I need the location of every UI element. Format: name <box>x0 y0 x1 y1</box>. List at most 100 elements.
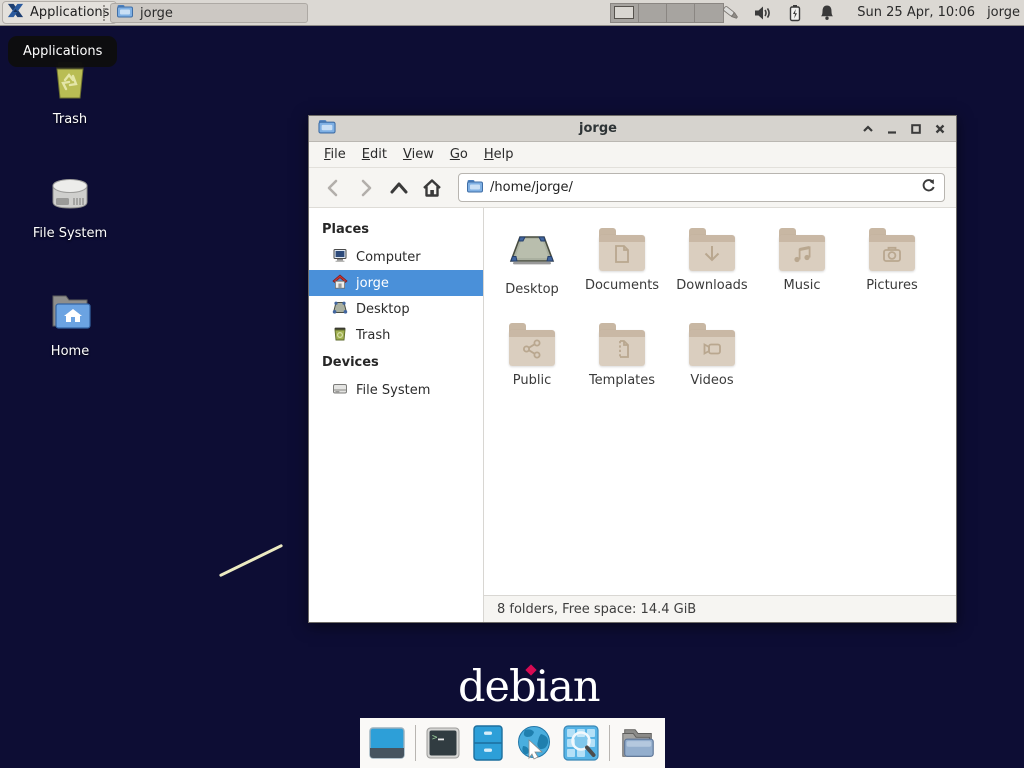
workspace-1[interactable] <box>611 4 639 22</box>
applications-tooltip: Applications <box>8 36 117 67</box>
path-bar <box>458 173 945 202</box>
file-label: Templates <box>589 373 655 388</box>
file-label: Downloads <box>676 278 747 293</box>
desktop-icon-label: File System <box>33 226 107 241</box>
hard-drive-icon <box>332 381 348 400</box>
file-label: Pictures <box>866 278 917 293</box>
app-finder-icon[interactable] <box>562 724 600 762</box>
menu-help[interactable]: Help <box>476 143 522 166</box>
panel-handle[interactable] <box>103 5 106 21</box>
xfce-applications-icon <box>6 1 25 24</box>
window-title: jorge <box>336 121 860 136</box>
top-panel: Applications jorge <box>0 0 1024 26</box>
menu-go[interactable]: Go <box>442 143 476 166</box>
path-folder-icon <box>467 178 483 197</box>
taskbar-window-title: jorge <box>140 6 173 21</box>
sidebar: Places Computer <box>309 208 484 622</box>
file-item-public[interactable]: Public <box>487 320 577 415</box>
workspace-2[interactable] <box>639 4 667 22</box>
folder-music-icon <box>779 235 825 271</box>
file-label: Documents <box>585 278 659 293</box>
back-button[interactable] <box>320 175 346 201</box>
status-bar: 8 folders, Free space: 14.4 GiB <box>484 595 956 622</box>
sidebar-item-label: Desktop <box>356 302 410 317</box>
panel-username: jorge <box>987 5 1020 20</box>
trash-icon <box>332 326 348 345</box>
web-browser-icon[interactable] <box>515 724 553 762</box>
window-folder-icon <box>318 119 336 138</box>
hard-drive-icon <box>47 174 93 220</box>
path-input[interactable] <box>490 180 914 195</box>
minimize-button[interactable] <box>884 121 899 136</box>
folder-templates-icon <box>599 330 645 366</box>
sidebar-item-file-system[interactable]: File System <box>309 377 483 403</box>
up-button[interactable] <box>386 175 412 201</box>
file-manager-icon[interactable] <box>470 724 506 762</box>
debian-wordmark: debian <box>458 662 600 712</box>
user-home-icon <box>332 274 348 293</box>
file-item-music[interactable]: Music <box>757 225 847 320</box>
computer-icon <box>332 248 348 267</box>
panel-clock[interactable]: Sun 25 Apr, 10:06 <box>857 5 975 20</box>
menu-edit[interactable]: Edit <box>354 143 395 166</box>
desktop-icon-label: Home <box>51 344 89 359</box>
forward-button[interactable] <box>353 175 379 201</box>
applications-menu-button[interactable]: Applications <box>2 1 117 24</box>
window-folder-icon <box>117 4 133 22</box>
shade-button[interactable] <box>860 121 875 136</box>
workspace-3[interactable] <box>667 4 695 22</box>
file-manager-window: jorge File Edit View Go Help <box>308 115 957 623</box>
file-item-desktop[interactable]: Desktop <box>487 225 577 320</box>
file-view: Desktop Documents <box>484 208 956 622</box>
desktop-icon-home[interactable]: Home <box>22 290 118 359</box>
sidebar-item-desktop[interactable]: Desktop <box>309 296 483 322</box>
file-item-documents[interactable]: Documents <box>577 225 667 320</box>
sidebar-item-trash[interactable]: Trash <box>309 322 483 348</box>
close-button[interactable] <box>932 121 947 136</box>
dock-separator <box>415 725 416 761</box>
sidebar-header-devices: Devices <box>309 348 483 377</box>
status-text: 8 folders, Free space: 14.4 GiB <box>497 602 696 617</box>
file-item-downloads[interactable]: Downloads <box>667 225 757 320</box>
home-folder-icon <box>47 290 93 338</box>
volume-icon[interactable] <box>753 3 773 23</box>
sidebar-item-computer[interactable]: Computer <box>309 244 483 270</box>
file-item-templates[interactable]: Templates <box>577 320 667 415</box>
folder-videos-icon <box>689 330 735 366</box>
file-item-videos[interactable]: Videos <box>667 320 757 415</box>
svg-text:>: > <box>432 733 438 743</box>
sidebar-item-label: jorge <box>356 276 389 291</box>
show-desktop-icon[interactable] <box>368 724 406 762</box>
desktop: Applications jorge <box>0 0 1024 768</box>
sidebar-item-jorge[interactable]: jorge <box>309 270 483 296</box>
panel-right-cluster: Sun 25 Apr, 10:06 jorge <box>721 0 1020 25</box>
reload-icon[interactable] <box>921 178 936 197</box>
file-label: Music <box>784 278 821 293</box>
terminal-icon[interactable]: > <box>425 724 461 762</box>
file-label: Desktop <box>505 282 559 297</box>
home-button[interactable] <box>419 175 445 201</box>
recent-folder-icon[interactable] <box>619 724 657 762</box>
desktop-surface-icon <box>507 229 557 275</box>
sidebar-item-label: Computer <box>356 250 421 265</box>
stray-line-artifact <box>219 544 283 577</box>
battery-charging-icon[interactable] <box>785 3 805 23</box>
menu-file[interactable]: File <box>316 143 354 166</box>
menubar: File Edit View Go Help <box>309 142 956 168</box>
bottom-dock: > <box>360 718 665 768</box>
dock-separator <box>609 725 610 761</box>
window-controls <box>860 121 947 136</box>
workspace-4[interactable] <box>695 4 723 22</box>
taskbar-window-button[interactable]: jorge <box>110 3 308 23</box>
applications-menu-label: Applications <box>30 5 109 20</box>
desktop-icon-label: Trash <box>53 112 87 127</box>
maximize-button[interactable] <box>908 121 923 136</box>
window-titlebar[interactable]: jorge <box>309 116 956 142</box>
toolbar <box>309 168 956 208</box>
sidebar-item-label: Trash <box>356 328 390 343</box>
file-item-pictures[interactable]: Pictures <box>847 225 937 320</box>
stylus-tray-icon[interactable] <box>721 3 741 23</box>
notifications-bell-icon[interactable] <box>817 3 837 23</box>
desktop-icon-file-system[interactable]: File System <box>22 174 118 241</box>
menu-view[interactable]: View <box>395 143 442 166</box>
